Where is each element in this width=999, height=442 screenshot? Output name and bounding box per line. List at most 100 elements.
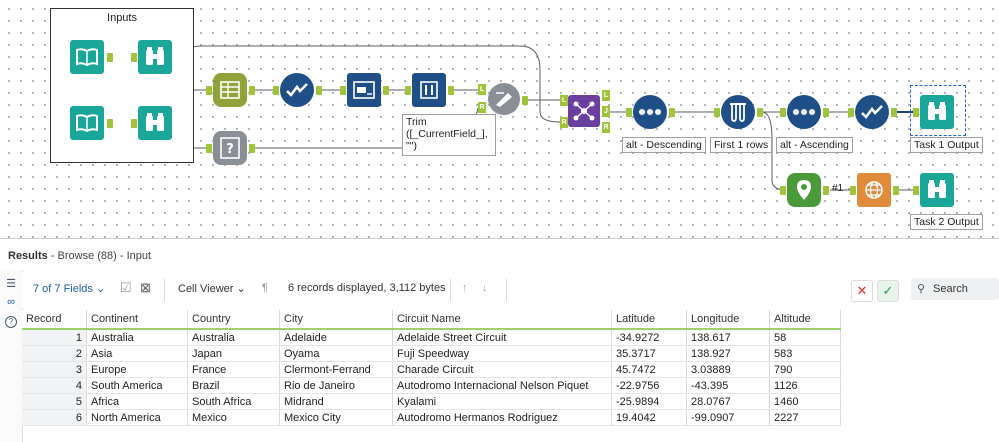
- table-cell[interactable]: -22.9756: [611, 377, 687, 394]
- input-anchor[interactable]: [714, 108, 720, 117]
- table-cell[interactable]: 790: [769, 361, 841, 378]
- output-anchor[interactable]: [823, 108, 829, 117]
- checkbox-icon[interactable]: ☑: [120, 280, 132, 296]
- browse-tool-task1[interactable]: [920, 95, 954, 129]
- output-anchor[interactable]: [757, 108, 763, 117]
- table-cell[interactable]: 138.927: [686, 345, 770, 362]
- input-anchor[interactable]: [780, 186, 786, 195]
- record-number-cell[interactable]: 2: [22, 345, 87, 362]
- table-cell[interactable]: Europe: [86, 361, 188, 378]
- table-cell[interactable]: Japan: [187, 345, 280, 362]
- table-cell[interactable]: Autodromo Internacional Nelson Piquet: [392, 377, 612, 394]
- browse-tool-2[interactable]: [138, 106, 172, 140]
- table-cell[interactable]: South America: [86, 377, 188, 394]
- data-cleansing-tool-2[interactable]: [855, 95, 889, 129]
- output-anchor[interactable]: [107, 53, 113, 62]
- input-anchor[interactable]: [848, 108, 854, 117]
- table-cell[interactable]: Midrand: [279, 393, 393, 410]
- browse-tool-1[interactable]: [138, 40, 172, 74]
- column-header[interactable]: Latitude: [611, 310, 687, 330]
- output-anchor[interactable]: [522, 96, 528, 105]
- cell-viewer-selector[interactable]: Cell Viewer ⌄: [178, 282, 246, 295]
- table-cell[interactable]: Australia: [86, 329, 188, 346]
- browse-tool-task2[interactable]: [920, 173, 954, 207]
- table-cell[interactable]: -43.395: [686, 377, 770, 394]
- table-cell[interactable]: Mexico City: [279, 409, 393, 426]
- column-header[interactable]: Country: [187, 310, 280, 330]
- table-cell[interactable]: 35.3717: [611, 345, 687, 362]
- output-anchor[interactable]: [448, 86, 454, 95]
- input-anchor[interactable]: [405, 86, 411, 95]
- union-out-l-anchor[interactable]: L: [602, 90, 610, 101]
- results-grid[interactable]: Record Continent Country City Circuit Na…: [22, 310, 846, 426]
- table-cell[interactable]: Australia: [187, 329, 280, 346]
- input-anchor[interactable]: [131, 53, 137, 62]
- spatial-info-tool[interactable]: [857, 173, 891, 207]
- table-cell[interactable]: Rio de Janeiro: [279, 377, 393, 394]
- input-anchor[interactable]: [850, 186, 856, 195]
- deselect-icon[interactable]: ⊠: [140, 280, 151, 296]
- table-cell[interactable]: Oyama: [279, 345, 393, 362]
- record-number-cell[interactable]: 1: [22, 329, 87, 346]
- record-number-cell[interactable]: 5: [22, 393, 87, 410]
- table-row[interactable]: 5 Africa South Africa Midrand Kyalami -25.989…: [22, 393, 841, 410]
- record-number-cell[interactable]: 6: [22, 409, 87, 426]
- data-cleansing-tool[interactable]: [280, 73, 314, 107]
- table-cell[interactable]: Brazil: [187, 377, 280, 394]
- table-cell[interactable]: 58: [769, 329, 841, 346]
- table-cell[interactable]: 2227: [769, 409, 841, 426]
- help-icon[interactable]: ?: [5, 316, 17, 328]
- binoculars-icon[interactable]: ∞: [5, 296, 17, 308]
- table-cell[interactable]: 583: [769, 345, 841, 362]
- table-cell[interactable]: Asia: [86, 345, 188, 362]
- table-cell[interactable]: Charade Circuit: [392, 361, 612, 378]
- union-right-anchor[interactable]: R: [560, 117, 568, 128]
- table-cell[interactable]: 138.617: [686, 329, 770, 346]
- table-cell[interactable]: Adelaide: [279, 329, 393, 346]
- table-cell[interactable]: 1460: [769, 393, 841, 410]
- input-anchor[interactable]: [913, 108, 919, 117]
- table-cell[interactable]: -25.9894: [611, 393, 687, 410]
- sample-tool[interactable]: [721, 95, 755, 129]
- dynamic-rename-tool[interactable]: [347, 73, 381, 107]
- output-anchor[interactable]: [383, 86, 389, 95]
- table-row[interactable]: 2 Asia Japan Oyama Fuji Speedway 35.3717 138.9…: [22, 345, 841, 362]
- table-cell[interactable]: Mexico: [187, 409, 280, 426]
- output-anchor[interactable]: [249, 144, 255, 153]
- output-anchor[interactable]: [891, 108, 897, 117]
- output-anchor[interactable]: [316, 86, 322, 95]
- fields-selector[interactable]: 7 of 7 Fields ⌄: [33, 282, 105, 295]
- pilcrow-icon[interactable]: ¶: [262, 282, 268, 294]
- output-anchor[interactable]: [249, 86, 255, 95]
- table-cell[interactable]: -34.9272: [611, 329, 687, 346]
- arrow-up-icon[interactable]: ↑: [462, 282, 468, 294]
- union-out-r-anchor[interactable]: R: [602, 122, 610, 133]
- output-anchor[interactable]: [893, 186, 899, 195]
- table-cell[interactable]: Autodromo Hermanos Rodriguez: [392, 409, 612, 426]
- search-input[interactable]: ⚲ Search: [911, 278, 999, 300]
- select-tool[interactable]: [213, 73, 247, 107]
- apply-filter-button[interactable]: ✓: [877, 280, 899, 302]
- arrow-down-icon[interactable]: ↓: [482, 282, 488, 294]
- table-cell[interactable]: 1126: [769, 377, 841, 394]
- record-number-cell[interactable]: 3: [22, 361, 87, 378]
- sort-tool-ascending[interactable]: [787, 95, 821, 129]
- column-header[interactable]: City: [279, 310, 393, 330]
- list-icon[interactable]: ☰: [5, 278, 17, 290]
- input-data-tool-1[interactable]: [70, 40, 104, 74]
- column-header[interactable]: Longitude: [686, 310, 770, 330]
- table-row[interactable]: 6 North America Mexico Mexico City Autodromo…: [22, 409, 841, 426]
- table-cell[interactable]: 19.4042: [611, 409, 687, 426]
- table-cell[interactable]: 28.0767: [686, 393, 770, 410]
- join-right-anchor[interactable]: R: [478, 102, 486, 113]
- workflow-canvas[interactable]: Inputs Trim ([_CurrentField_], "") L R ?…: [0, 0, 999, 238]
- clear-filter-button[interactable]: ✕: [851, 280, 873, 302]
- column-header[interactable]: Continent: [86, 310, 188, 330]
- column-header[interactable]: Circuit Name: [392, 310, 612, 330]
- table-cell[interactable]: -99.0907: [686, 409, 770, 426]
- column-header[interactable]: Altitude: [769, 310, 841, 330]
- input-anchor[interactable]: [273, 86, 279, 95]
- input-anchor[interactable]: [206, 144, 212, 153]
- table-row[interactable]: 3 Europe France Clermont-Ferrand Charade Cir…: [22, 361, 841, 378]
- create-points-tool[interactable]: [787, 173, 821, 207]
